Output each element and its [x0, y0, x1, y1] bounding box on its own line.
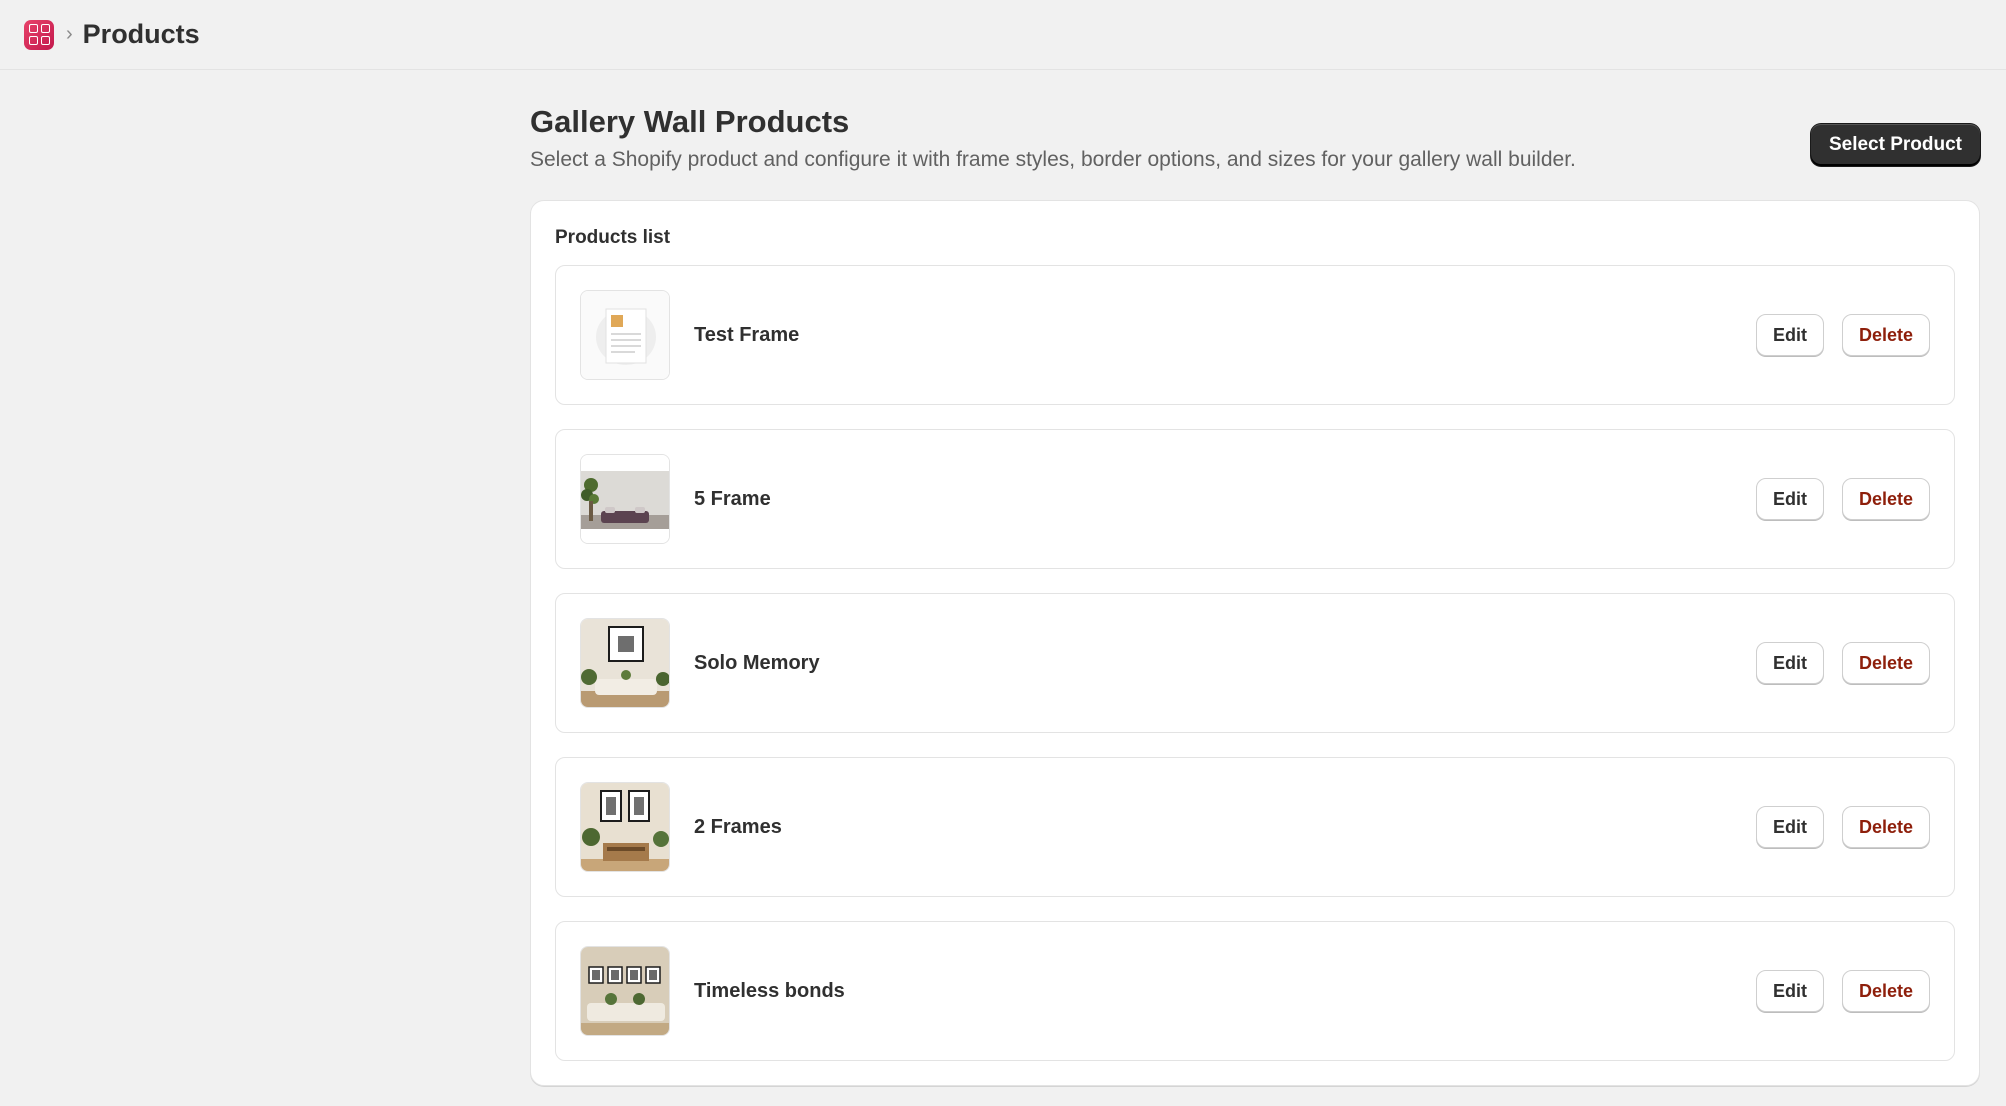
page-title: Gallery Wall Products	[530, 104, 850, 139]
edit-button[interactable]: Edit	[1755, 642, 1824, 684]
breadcrumb-separator: ›	[66, 23, 73, 45]
products-card-title: Products list	[555, 227, 671, 248]
delete-button[interactable]: Delete	[1841, 806, 1930, 848]
edit-button[interactable]: Edit	[1755, 806, 1824, 848]
product-row: 2 Frames Edit Delete	[555, 757, 1955, 897]
delete-button[interactable]: Delete	[1841, 314, 1930, 356]
main-content: Gallery Wall Products Select a Shopify p…	[530, 100, 1980, 1086]
product-name: 2 Frames	[694, 815, 782, 838]
select-product-button[interactable]: Select Product	[1810, 124, 1980, 166]
product-thumbnail	[580, 782, 670, 872]
page-header: Gallery Wall Products Select a Shopify p…	[530, 104, 1980, 200]
product-thumbnail	[580, 618, 670, 708]
frame-placeholder-icon	[581, 291, 669, 379]
living-room-image	[581, 455, 669, 543]
product-thumbnail	[580, 290, 670, 380]
app-grid-icon[interactable]	[24, 19, 54, 50]
product-row: 5 Frame Edit Delete	[555, 429, 1955, 569]
edit-button[interactable]: Edit	[1755, 970, 1824, 1012]
product-name: 5 Frame	[694, 487, 771, 510]
product-name: Timeless bonds	[694, 979, 845, 1002]
product-thumbnail	[580, 946, 670, 1036]
delete-button[interactable]: Delete	[1841, 642, 1930, 684]
delete-button[interactable]: Delete	[1841, 478, 1930, 520]
breadcrumb-title: Products	[82, 19, 200, 49]
two-frames-room-image	[581, 783, 669, 871]
delete-button[interactable]: Delete	[1841, 970, 1930, 1012]
edit-button[interactable]: Edit	[1755, 478, 1824, 520]
product-name: Solo Memory	[694, 651, 820, 674]
product-thumbnail	[580, 454, 670, 544]
product-row: Test Frame Edit Delete	[555, 265, 1955, 405]
product-name: Test Frame	[694, 323, 800, 346]
product-row: Solo Memory Edit Delete	[555, 593, 1955, 733]
edit-button[interactable]: Edit	[1755, 314, 1824, 356]
page-subtitle: Select a Shopify product and configure i…	[530, 148, 1576, 171]
top-bar: › Products	[0, 0, 2006, 70]
products-card: Products list Test Frame Edit Delete 5 F…	[530, 200, 1980, 1086]
four-frames-room-image	[581, 947, 669, 1035]
single-frame-room-image	[581, 619, 669, 707]
product-row: Timeless bonds Edit Delete	[555, 921, 1955, 1061]
